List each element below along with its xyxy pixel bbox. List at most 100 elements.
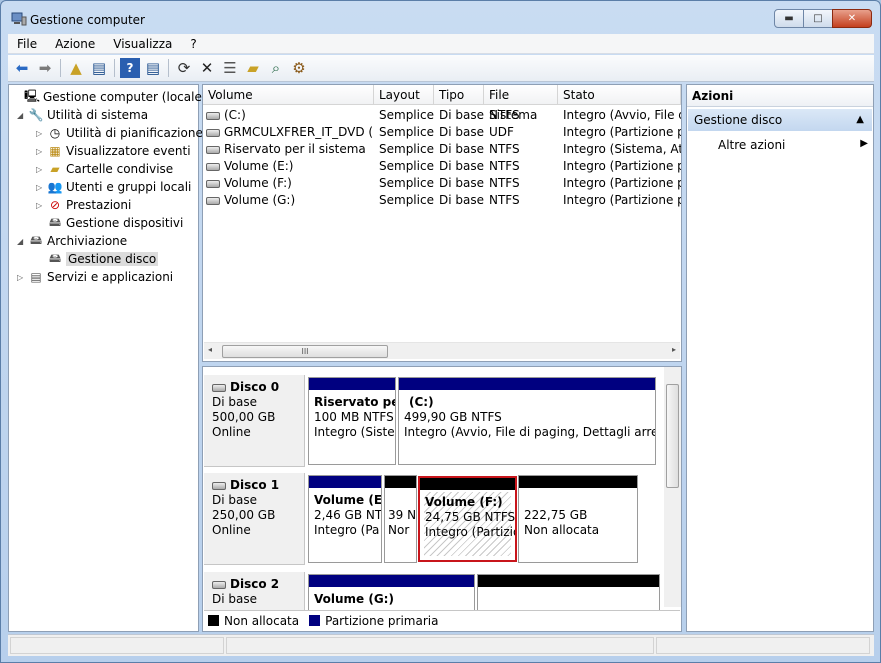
cell-tipo: Di base bbox=[439, 108, 484, 122]
toolbar: ⬅ ➡ ▲ ▤ ? ▤ ⟳ ✕ ☰ ▰ ⌕ ⚙ bbox=[8, 55, 874, 82]
tree-expander[interactable]: ▷ bbox=[36, 165, 47, 174]
properties-icon[interactable]: ☰ bbox=[220, 58, 240, 78]
column-header-tipo[interactable]: Tipo bbox=[434, 85, 484, 105]
disk-0-label[interactable]: Disco 0 Di base 500,00 GB Online bbox=[204, 375, 305, 467]
partition-unallocated[interactable]: 222,75 GB Non allocata bbox=[518, 475, 638, 563]
cell-stato: Integro (Partizione prim bbox=[563, 159, 681, 173]
cell-layout: Semplice bbox=[379, 125, 434, 139]
cell-text: Volume (F:) bbox=[224, 176, 292, 190]
cell-text: Volume (E:) bbox=[224, 159, 294, 173]
tree-item-cartelle-condivise[interactable]: ▷ ▰ Cartelle condivise bbox=[36, 160, 173, 178]
cell-layout: Semplice bbox=[379, 159, 434, 173]
up-folder-icon[interactable]: ▲ bbox=[66, 58, 86, 78]
partition-g[interactable]: Volume (G:) bbox=[308, 574, 475, 614]
altre-azioni-item[interactable]: Altre azioni ▶ bbox=[718, 138, 868, 152]
column-header-stato[interactable]: Stato bbox=[558, 85, 681, 105]
table-row[interactable]: (C:) Semplice Di base NTFS Integro (Avvi… bbox=[203, 107, 681, 124]
menu-file[interactable]: File bbox=[8, 37, 46, 51]
table-row[interactable]: GRMCULXFRER_IT_DVD (D:) Semplice Di base… bbox=[203, 124, 681, 141]
cell-tipo: Di base bbox=[439, 125, 484, 139]
table-row[interactable]: Volume (G:) Semplice Di base NTFS Integr… bbox=[203, 192, 681, 209]
tree-expander[interactable]: ▷ bbox=[36, 147, 47, 156]
tree-item-utenti-gruppi[interactable]: ▷ 👥 Utenti e gruppi locali bbox=[36, 178, 191, 196]
tree-expander[interactable]: ◢ bbox=[17, 111, 28, 120]
device-manager-icon: 🖴 bbox=[48, 214, 62, 229]
disk-icon bbox=[212, 580, 226, 589]
tree-item-servizi-applicazioni[interactable]: ▷ ▤ Servizi e applicazioni bbox=[17, 268, 173, 286]
disk-size: 500,00 GB bbox=[212, 410, 276, 424]
cell-stato: Integro (Sistema, Attiv bbox=[563, 142, 681, 156]
disk-1-label[interactable]: Disco 1 Di base 250,00 GB Online bbox=[204, 473, 305, 565]
tree-item-prestazioni[interactable]: ▷ ⊘ Prestazioni bbox=[36, 196, 131, 214]
disk-2-label[interactable]: Disco 2 Di base bbox=[204, 572, 305, 612]
partition-e[interactable]: Volume (E 2,46 GB NTI Integro (Pa bbox=[308, 475, 382, 563]
partition-disk2-unallocated[interactable] bbox=[477, 574, 660, 614]
collapse-caret-icon[interactable]: ▲ bbox=[856, 109, 864, 131]
table-row[interactable]: Volume (E:) Semplice Di base NTFS Integr… bbox=[203, 158, 681, 175]
menu-azione[interactable]: Azione bbox=[46, 37, 104, 51]
navigation-tree: 🖳 Gestione computer (locale) ◢ 🔧 Utilità… bbox=[8, 84, 207, 632]
scroll-right-icon[interactable]: ▸ bbox=[672, 345, 676, 354]
help-icon[interactable]: ? bbox=[120, 58, 140, 78]
title-bar[interactable]: Gestione computer ▬ □ ✕ bbox=[1, 1, 880, 33]
search-icon[interactable]: ⌕ bbox=[266, 58, 286, 78]
performance-icon: ⊘ bbox=[49, 198, 61, 212]
partition-status: Non allocata bbox=[524, 523, 600, 537]
partition-reserved[interactable]: Riservato per 100 MB NTFS Integro (Siste… bbox=[308, 377, 396, 465]
tree-item-gestione-disco[interactable]: 🖴 Gestione disco bbox=[36, 250, 159, 268]
actions-section-gestione-disco[interactable]: Gestione disco ▲ bbox=[688, 109, 872, 131]
scrollbar-thumb[interactable]: III bbox=[222, 345, 388, 358]
tree-expander[interactable]: ▷ bbox=[17, 273, 28, 282]
tree-item-visualizzatore-eventi[interactable]: ▷ ▦ Visualizzatore eventi bbox=[36, 142, 191, 160]
cell-volume: Volume (F:) bbox=[206, 175, 374, 192]
forward-arrow-icon[interactable]: ➡ bbox=[35, 58, 55, 78]
minimize-button[interactable]: ▬ bbox=[774, 9, 804, 28]
partition-c[interactable]: (C:) 499,90 GB NTFS Integro (Avvio, File… bbox=[398, 377, 656, 465]
back-arrow-icon[interactable]: ⬅ bbox=[12, 58, 32, 78]
partition-bar bbox=[519, 476, 637, 488]
column-header-volume[interactable]: Volume bbox=[203, 85, 374, 105]
column-header-file-sistema[interactable]: File Sistema bbox=[484, 85, 558, 122]
menu-help[interactable]: ? bbox=[181, 37, 205, 51]
status-bar bbox=[8, 634, 874, 656]
maximize-button[interactable]: □ bbox=[803, 9, 833, 28]
tools-icon: 🔧 bbox=[28, 108, 44, 122]
horizontal-scrollbar[interactable]: ◂ III ▸ bbox=[204, 342, 680, 359]
partition-unnamed[interactable]: 39 N Nor bbox=[384, 475, 417, 563]
tree-item-label: Utilità di sistema bbox=[47, 108, 149, 122]
refresh-icon[interactable]: ⟳ bbox=[174, 58, 194, 78]
close-button[interactable]: ✕ bbox=[832, 9, 872, 28]
partition-bar bbox=[309, 476, 381, 488]
services-icon: ▤ bbox=[30, 270, 42, 284]
tree-item-gestione-computer[interactable]: 🖳 Gestione computer (locale) bbox=[13, 88, 207, 106]
scroll-left-icon[interactable]: ◂ bbox=[208, 345, 212, 354]
open-folder-icon[interactable]: ▰ bbox=[243, 58, 263, 78]
settings-icon[interactable]: ⚙ bbox=[289, 58, 309, 78]
drive-icon bbox=[206, 196, 220, 205]
tree-expander[interactable]: ▷ bbox=[36, 129, 47, 138]
show-hide-tree-icon[interactable]: ▤ bbox=[89, 58, 109, 78]
disk-type: Di base bbox=[212, 493, 257, 507]
tree-item-pianificazione[interactable]: ▷ ◷ Utilità di pianificazione bbox=[36, 124, 203, 142]
toolbar-separator bbox=[60, 59, 61, 77]
tree-item-label: Gestione dispositivi bbox=[66, 216, 184, 230]
tree-item-utilita-di-sistema[interactable]: ◢ 🔧 Utilità di sistema bbox=[17, 106, 148, 124]
delete-icon[interactable]: ✕ bbox=[197, 58, 217, 78]
table-row[interactable]: Riservato per il sistema Semplice Di bas… bbox=[203, 141, 681, 158]
clock-icon: ◷ bbox=[49, 126, 61, 140]
tree-expander[interactable]: ▷ bbox=[36, 201, 47, 210]
table-row[interactable]: Volume (F:) Semplice Di base NTFS Integr… bbox=[203, 175, 681, 192]
vertical-scrollbar[interactable] bbox=[664, 367, 681, 607]
column-header-layout[interactable]: Layout bbox=[374, 85, 434, 105]
tree-expander[interactable]: ▷ bbox=[36, 183, 47, 192]
tree-expander[interactable]: ◢ bbox=[17, 237, 28, 246]
scrollbar-thumb[interactable] bbox=[666, 384, 679, 488]
show-hide-action-pane-icon[interactable]: ▤ bbox=[143, 58, 163, 78]
partition-f[interactable]: Volume (F:) 24,75 GB NTFS Integro (Parti… bbox=[418, 476, 517, 562]
tree-item-archiviazione[interactable]: ◢ 🖴 Archiviazione bbox=[17, 232, 127, 250]
computer-icon: 🖳 bbox=[24, 88, 41, 103]
tree-item-gestione-dispositivi[interactable]: 🖴 Gestione dispositivi bbox=[36, 214, 183, 232]
cell-file-sistema: NTFS bbox=[489, 193, 520, 207]
menu-visualizza[interactable]: Visualizza bbox=[104, 37, 181, 51]
altre-azioni-label: Altre azioni bbox=[718, 138, 786, 152]
